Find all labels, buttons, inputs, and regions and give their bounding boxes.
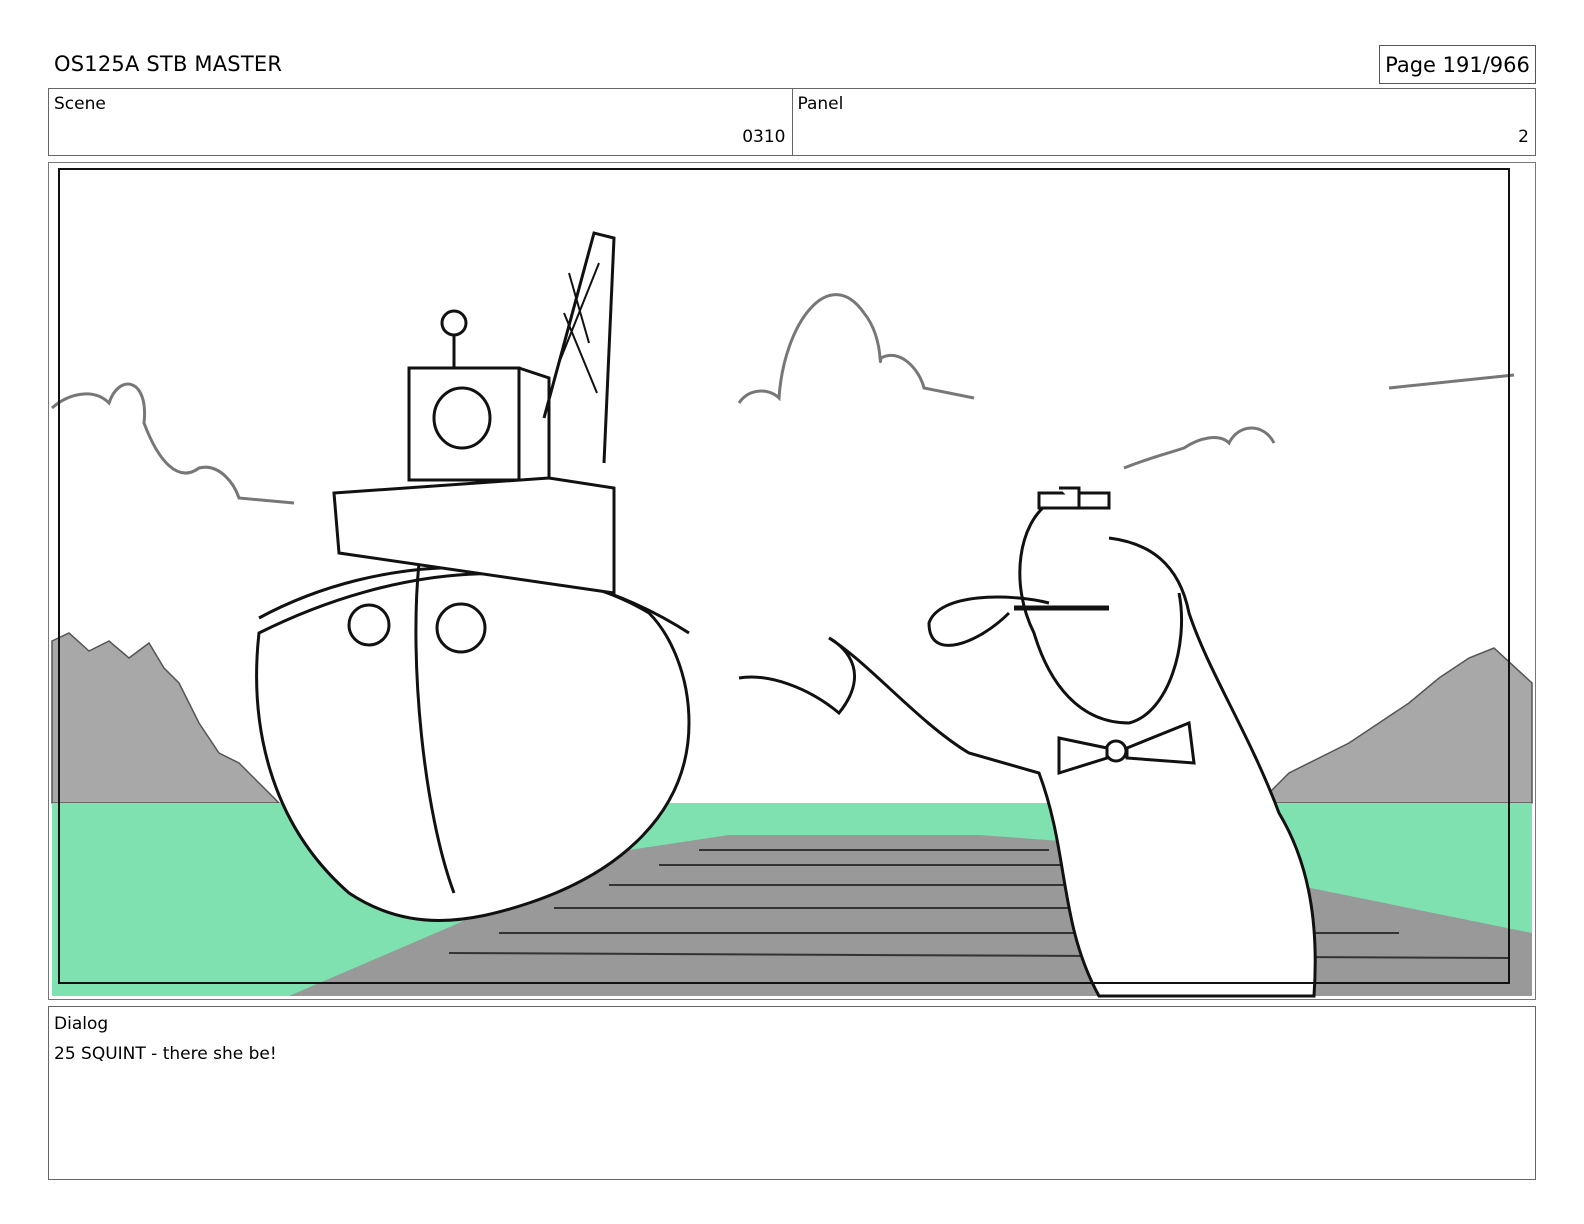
scene-cell: Scene 0310 bbox=[49, 89, 792, 155]
scene-panel-bar: Scene 0310 Panel 2 bbox=[48, 88, 1536, 156]
page-indicator: Page 191/966 bbox=[1379, 45, 1536, 84]
storyboard-frame bbox=[48, 162, 1536, 1000]
panel-label: Panel bbox=[797, 94, 844, 114]
scene-number: 0310 bbox=[742, 127, 786, 147]
dialog-label: Dialog bbox=[54, 1014, 109, 1034]
dialog-text: 25 SQUINT - there she be! bbox=[54, 1044, 277, 1064]
dialog-box: Dialog 25 SQUINT - there she be! bbox=[48, 1006, 1536, 1180]
storyboard-drawing bbox=[51, 166, 1533, 998]
panel-number: 2 bbox=[1518, 127, 1529, 147]
panel-cell: Panel 2 bbox=[791, 89, 1536, 155]
document-title: OS125A STB MASTER bbox=[54, 52, 283, 76]
scene-label: Scene bbox=[54, 94, 106, 114]
